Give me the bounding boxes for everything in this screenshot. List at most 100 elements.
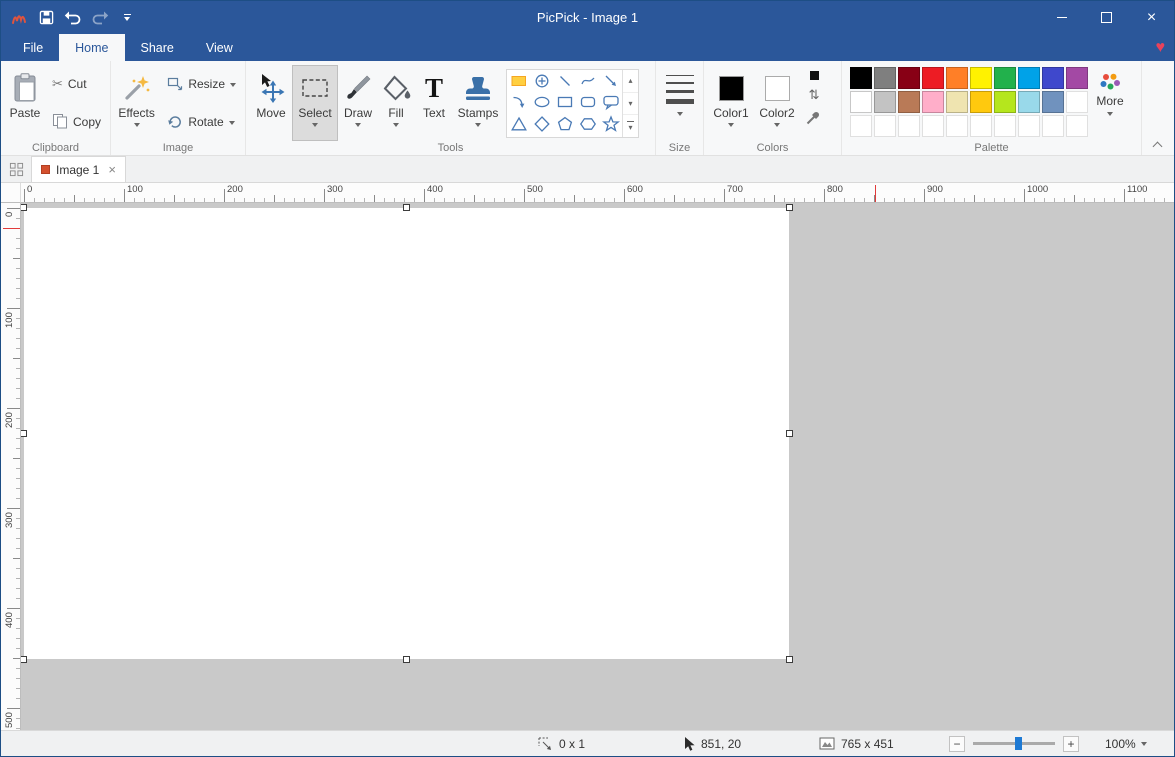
palette-swatch[interactable]	[1042, 115, 1064, 137]
undo-button[interactable]	[60, 4, 86, 31]
selection-handle[interactable]	[403, 204, 410, 211]
selection-handle[interactable]	[21, 430, 27, 437]
palette-swatch[interactable]	[898, 91, 920, 113]
palette-swatch[interactable]	[1018, 91, 1040, 113]
selection-handle[interactable]	[21, 656, 27, 663]
shape-highlight-button[interactable]	[507, 70, 530, 92]
palette-swatch[interactable]	[970, 67, 992, 89]
palette-swatch[interactable]	[874, 115, 896, 137]
selection-handle[interactable]	[786, 204, 793, 211]
donate-heart-button[interactable]: ♥	[1156, 34, 1166, 61]
ribbon-tail	[1142, 61, 1174, 155]
eyedropper-button[interactable]	[806, 109, 822, 130]
menu-tab-view[interactable]: View	[190, 34, 249, 61]
zoom-level-dropdown[interactable]: 100%	[1105, 731, 1147, 756]
palette-swatch[interactable]	[850, 115, 872, 137]
window-grid-button[interactable]	[1, 156, 31, 182]
palette-swatch[interactable]	[1066, 115, 1088, 137]
line-width-button[interactable]	[660, 65, 699, 104]
palette-swatch[interactable]	[898, 115, 920, 137]
palette-swatch[interactable]	[946, 67, 968, 89]
fill-button[interactable]: Fill	[378, 65, 414, 141]
tab-close-button[interactable]: ×	[108, 163, 116, 176]
shape-triangle-button[interactable]	[507, 113, 530, 135]
palette-swatch[interactable]	[1066, 91, 1088, 113]
palette-swatch[interactable]	[1018, 115, 1040, 137]
document-tab[interactable]: Image 1 ×	[31, 156, 126, 182]
palette-swatch[interactable]	[994, 67, 1016, 89]
shape-circle-plus-button[interactable]	[530, 70, 553, 92]
shape-speech-bubble-button[interactable]	[599, 92, 622, 114]
selection-handle[interactable]	[403, 656, 410, 663]
line-width-dropdown[interactable]	[677, 111, 683, 116]
menu-tab-home[interactable]: Home	[59, 34, 124, 61]
cut-button[interactable]: ✂ Cut	[47, 72, 106, 96]
palette-swatch[interactable]	[994, 115, 1016, 137]
shape-star-button[interactable]	[599, 113, 622, 135]
shape-diamond-button[interactable]	[530, 113, 553, 135]
palette-swatch[interactable]	[1042, 67, 1064, 89]
shape-arrow-line-button[interactable]	[599, 70, 622, 92]
minimize-button[interactable]	[1039, 1, 1084, 34]
stamps-button[interactable]: Stamps	[454, 65, 502, 141]
palette-swatch[interactable]	[922, 67, 944, 89]
shape-hexagon-button[interactable]	[576, 113, 599, 135]
resize-button[interactable]: Resize	[162, 72, 241, 96]
palette-swatch[interactable]	[946, 91, 968, 113]
palette-swatch[interactable]	[874, 67, 896, 89]
palette-swatch[interactable]	[850, 91, 872, 113]
more-colors-button[interactable]: More	[1088, 65, 1132, 141]
paste-button[interactable]: Paste	[5, 65, 45, 141]
palette-swatch[interactable]	[1018, 67, 1040, 89]
color1-button[interactable]: Color1	[708, 65, 754, 141]
zoom-in-button[interactable]: +	[1063, 736, 1079, 752]
save-button[interactable]	[33, 4, 59, 31]
palette-swatch[interactable]	[970, 115, 992, 137]
palette-swatch[interactable]	[922, 115, 944, 137]
swap-colors-button[interactable]: ⇄	[809, 88, 820, 101]
palette-swatch[interactable]	[946, 115, 968, 137]
shape-ellipse-button[interactable]	[530, 92, 553, 114]
shape-rectangle-button[interactable]	[553, 92, 576, 114]
palette-swatch[interactable]	[994, 91, 1016, 113]
shape-line-button[interactable]	[553, 70, 576, 92]
selection-handle[interactable]	[21, 204, 27, 211]
mini-color-swatch[interactable]	[810, 71, 819, 80]
shape-curved-arrow-button[interactable]	[507, 92, 530, 114]
zoom-out-button[interactable]: −	[949, 736, 965, 752]
redo-button[interactable]	[87, 4, 113, 31]
zoom-slider[interactable]	[973, 742, 1055, 745]
menu-tab-file[interactable]: File	[7, 34, 59, 61]
maximize-button[interactable]	[1084, 1, 1129, 34]
shapes-scroll-down-button[interactable]: ▾	[623, 93, 638, 116]
text-button[interactable]: T Text	[414, 65, 454, 141]
canvas-viewport[interactable]	[21, 203, 1174, 730]
selection-handle[interactable]	[786, 430, 793, 437]
palette-swatch[interactable]	[1066, 67, 1088, 89]
shape-pentagon-button[interactable]	[553, 113, 576, 135]
palette-swatch[interactable]	[970, 91, 992, 113]
selection-handle[interactable]	[786, 656, 793, 663]
select-button[interactable]: Select	[292, 65, 338, 141]
copy-button[interactable]: Copy	[47, 110, 106, 134]
close-button[interactable]: ×	[1129, 1, 1174, 34]
draw-button[interactable]: Draw	[338, 65, 378, 141]
image-surface[interactable]	[24, 208, 789, 659]
move-button[interactable]: Move	[250, 65, 292, 141]
palette-swatch[interactable]	[1042, 91, 1064, 113]
menu-tab-share[interactable]: Share	[125, 34, 190, 61]
shapes-more-button[interactable]: ▾	[623, 115, 638, 137]
rotate-button[interactable]: Rotate	[162, 110, 241, 134]
effects-button[interactable]: Effects	[115, 65, 158, 141]
shapes-scroll-up-button[interactable]: ▴	[623, 70, 638, 93]
zoom-slider-thumb[interactable]	[1015, 737, 1022, 750]
color2-button[interactable]: Color2	[754, 65, 800, 141]
qat-customize-button[interactable]	[114, 4, 140, 31]
palette-swatch[interactable]	[874, 91, 896, 113]
palette-swatch[interactable]	[850, 67, 872, 89]
palette-swatch[interactable]	[922, 91, 944, 113]
palette-swatch[interactable]	[898, 67, 920, 89]
shape-curve-button[interactable]	[576, 70, 599, 92]
shape-rounded-rectangle-button[interactable]	[576, 92, 599, 114]
ribbon-collapse-button[interactable]	[1153, 140, 1162, 149]
